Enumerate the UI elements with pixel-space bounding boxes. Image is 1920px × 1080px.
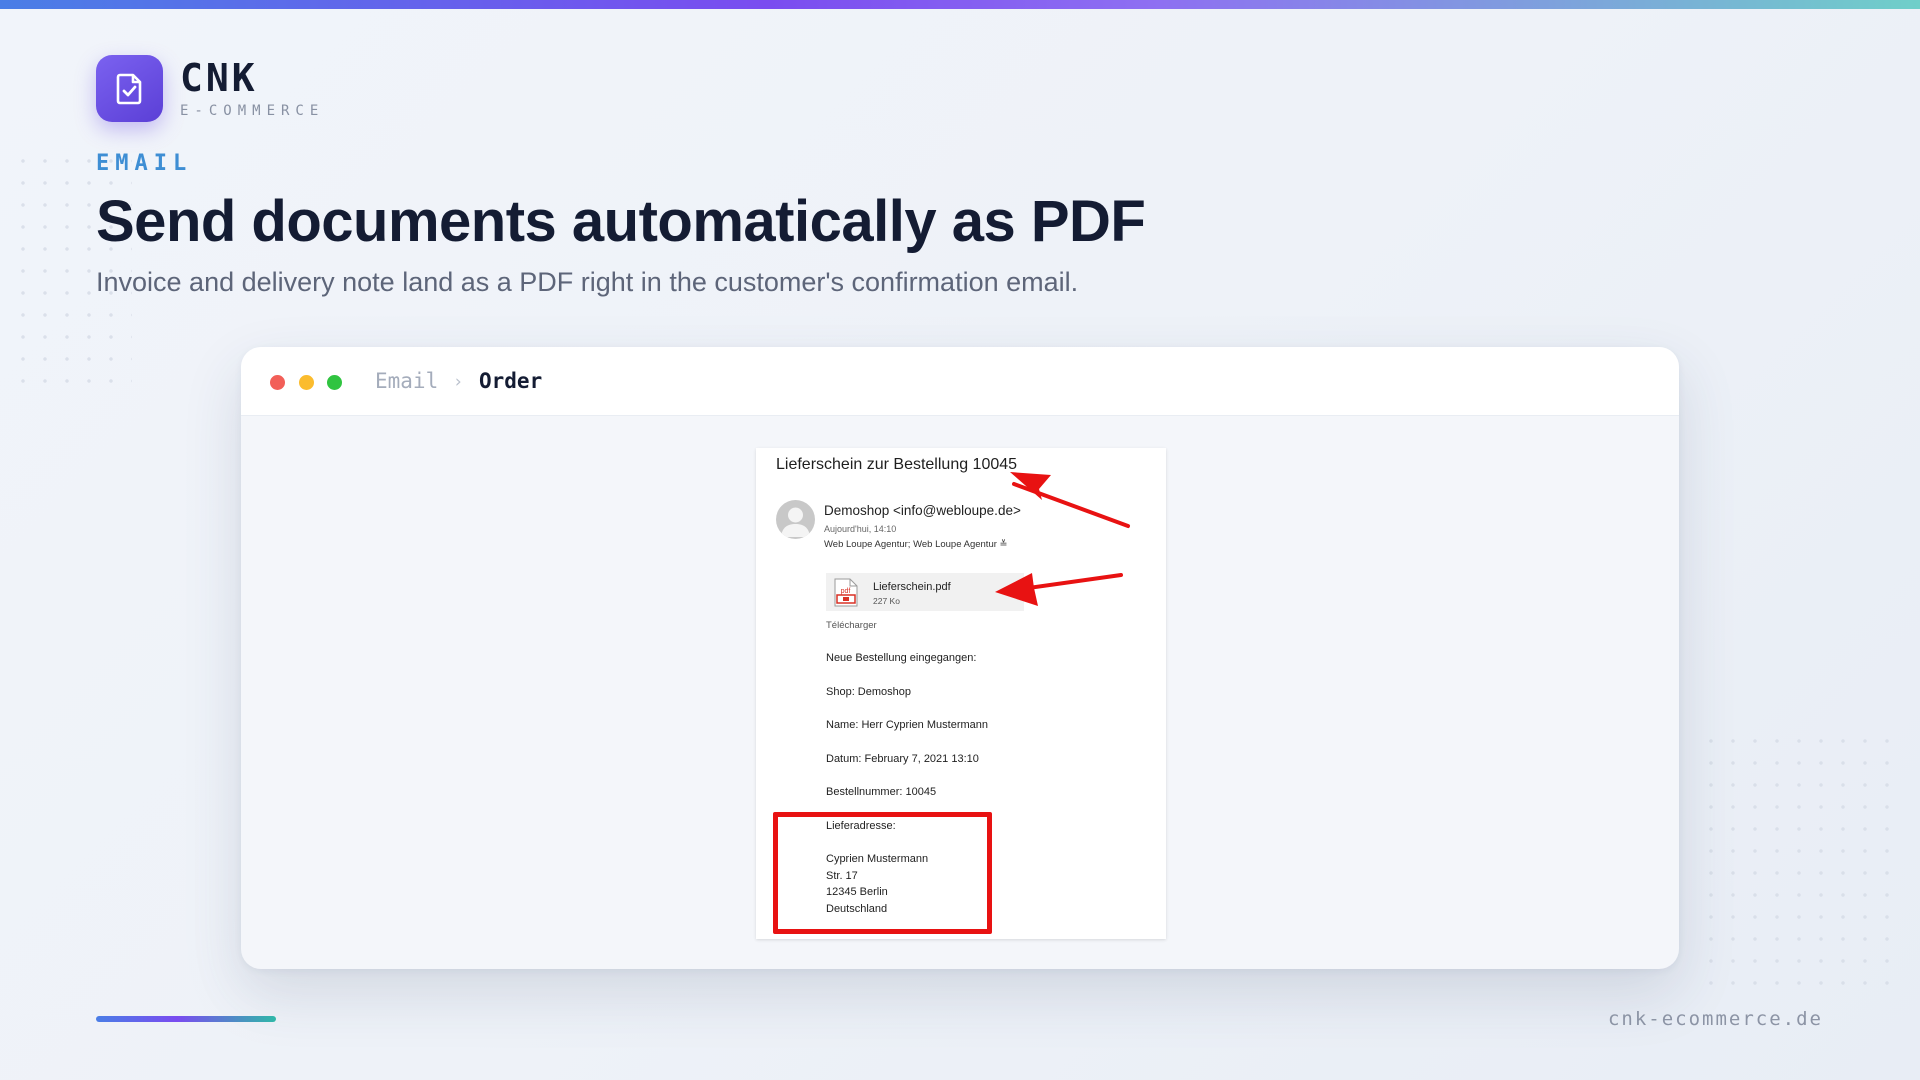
email-subject: Lieferschein zur Bestellung 10045: [776, 456, 1018, 473]
window-titlebar: Email › Order: [241, 347, 1679, 416]
chevron-down-icon[interactable]: ≚: [1000, 539, 1008, 550]
attachment-size: 227 Ko: [873, 596, 900, 606]
footer-url[interactable]: cnk-ecommerce.de: [1608, 1008, 1823, 1030]
sender-avatar: [776, 500, 815, 539]
email-screenshot: Lieferschein zur Bestellung 10045 Demosh…: [756, 448, 1166, 939]
pdf-file-icon: pdf: [834, 578, 858, 607]
brand-name: CNK: [180, 56, 258, 100]
arrow-icon: [1010, 472, 1130, 528]
brand-logo: [96, 55, 163, 122]
address-highlight-box: [773, 812, 992, 934]
window-minimize-button[interactable]: [299, 375, 314, 390]
email-body-line: Shop: Demoshop: [826, 686, 911, 698]
top-gradient-bar: [0, 0, 1920, 9]
breadcrumb-email[interactable]: Email: [375, 369, 438, 393]
email-sender[interactable]: Demoshop <info@webloupe.de>: [824, 503, 1021, 518]
attachment-card[interactable]: pdf Lieferschein.pdf 227 Ko: [826, 573, 1024, 611]
section-eyebrow: EMAIL: [96, 151, 193, 176]
accent-underline: [96, 1016, 276, 1022]
brand-tagline: E-COMMERCE: [180, 103, 325, 119]
page-title: Send documents automatically as PDF: [96, 189, 1146, 254]
recipients-text: Web Loupe Agentur; Web Loupe Agentur: [824, 539, 997, 550]
email-body-line: Datum: February 7, 2021 13:10: [826, 753, 979, 765]
email-time: Aujourd'hui, 14:10: [824, 524, 897, 534]
breadcrumb-separator: ›: [453, 372, 464, 392]
document-check-icon: [116, 73, 141, 104]
download-link[interactable]: Télécharger: [826, 620, 877, 631]
breadcrumb-order: Order: [479, 369, 543, 393]
decorative-dot-grid: [1700, 730, 1900, 1000]
window-maximize-button[interactable]: [327, 375, 342, 390]
app-window: Email › Order Lieferschein zur Bestellun…: [241, 347, 1679, 969]
email-body-line: Neue Bestellung eingegangen:: [826, 652, 977, 664]
user-icon: [781, 507, 810, 537]
email-recipients[interactable]: Web Loupe Agentur; Web Loupe Agentur ≚: [824, 539, 1008, 550]
attachment-name: Lieferschein.pdf: [873, 581, 951, 593]
page-subtitle: Invoice and delivery note land as a PDF …: [96, 267, 1079, 297]
window-close-button[interactable]: [270, 375, 285, 390]
email-body-line: Bestellnummer: 10045: [826, 786, 937, 798]
pdf-icon-label: pdf: [841, 588, 851, 595]
email-body-line: Name: Herr Cyprien Mustermann: [826, 719, 988, 731]
